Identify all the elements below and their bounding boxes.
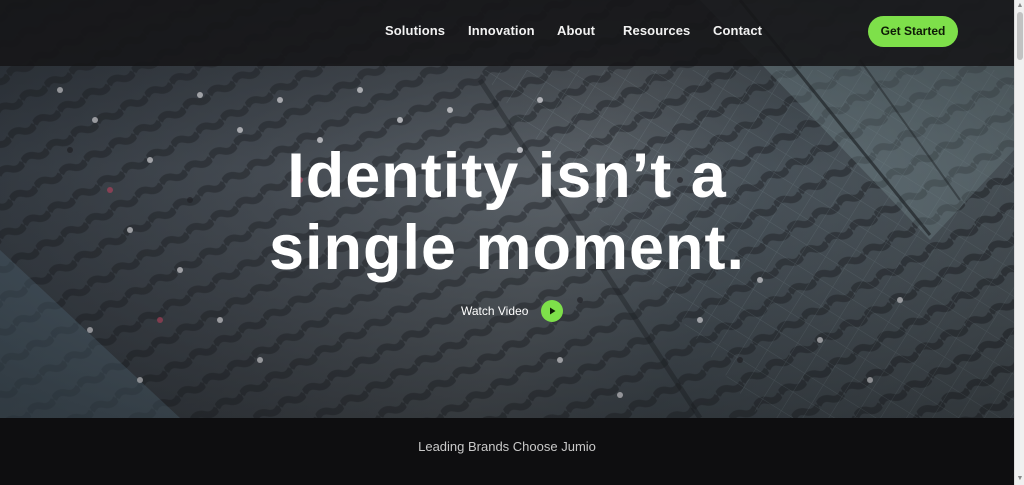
watch-video-button[interactable]: Watch Video [461, 298, 564, 324]
brands-section: Leading Brands Choose Jumio [0, 418, 1014, 485]
nav-item-innovation[interactable]: Innovation [468, 23, 535, 38]
nav-item-contact[interactable]: Contact [713, 23, 762, 38]
play-icon [541, 300, 564, 322]
hero-headline-line-1: Identity isn’t a [287, 141, 727, 211]
nav-item-solutions[interactable]: Solutions [385, 23, 445, 38]
get-started-button[interactable]: Get Started [868, 16, 958, 47]
scroll-down-arrow-icon[interactable]: ▼ [1016, 474, 1024, 484]
nav-item-resources[interactable]: Resources [623, 23, 690, 38]
top-navigation-bar: Solutions Innovation About Resources Con… [0, 0, 1014, 66]
brands-heading: Leading Brands Choose Jumio [418, 439, 596, 454]
hero-headline: Identity isn’t a single moment. [0, 140, 1014, 284]
hero-headline-line-2: single moment. [268, 213, 746, 283]
vertical-scrollbar[interactable]: ▲ ▼ [1014, 0, 1024, 485]
page: Identity isn’t a single moment. Watch Vi… [0, 0, 1014, 485]
watch-video-label: Watch Video [461, 304, 529, 318]
scroll-up-arrow-icon[interactable]: ▲ [1016, 1, 1024, 11]
nav-item-about[interactable]: About [557, 23, 595, 38]
scrollbar-thumb[interactable] [1017, 12, 1023, 60]
